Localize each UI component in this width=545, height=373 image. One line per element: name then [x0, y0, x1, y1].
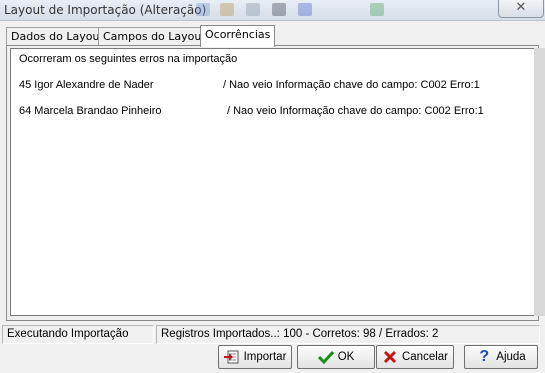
- title-bar: Layout de Importação (Alteração) ✕: [0, 0, 545, 21]
- cross-icon: [382, 349, 398, 365]
- tab-dados-do-layout[interactable]: Dados do Layout: [6, 27, 109, 46]
- error-record: 45 Igor Alexandre de Nader: [19, 79, 154, 91]
- help-icon: ?: [479, 348, 490, 365]
- ajuda-label: Ajuda: [496, 351, 526, 363]
- background-icon: [370, 3, 384, 16]
- close-icon: ✕: [515, 0, 527, 15]
- close-button[interactable]: ✕: [498, 0, 544, 18]
- occurrences-memo[interactable]: Ocorreram os seguintes erros na importaç…: [10, 48, 535, 316]
- tab-campos-do-layout[interactable]: Campos do Layout: [98, 27, 211, 46]
- ok-label: OK: [337, 351, 355, 363]
- status-right: Registros Importados..: 100 - Corretos: …: [156, 325, 540, 344]
- error-message: / Nao veio Informação chave do campo: C0…: [223, 79, 480, 91]
- cancelar-label: Cancelar: [401, 351, 449, 363]
- background-icon: [196, 3, 210, 16]
- background-icon: [272, 3, 286, 16]
- tab-ocorrencias[interactable]: Ocorrências: [200, 25, 276, 47]
- cancelar-button[interactable]: Cancelar: [376, 345, 454, 369]
- window-edge: [534, 48, 545, 316]
- background-icon: [298, 3, 312, 16]
- error-record: 64 Marcela Brandao Pinheiro: [19, 105, 162, 117]
- status-bar: Executando Importação Registros Importad…: [2, 325, 542, 344]
- error-message: / Nao veio Informação chave do campo: C0…: [227, 105, 484, 117]
- memo-header: Ocorreram os seguintes erros na importaç…: [19, 53, 238, 65]
- ajuda-button[interactable]: ? Ajuda: [464, 345, 538, 369]
- ok-button[interactable]: OK: [297, 345, 375, 369]
- window-title: Layout de Importação (Alteração): [4, 3, 207, 17]
- importar-button[interactable]: Importar: [218, 345, 292, 369]
- background-icon: [220, 3, 234, 16]
- importar-label: Importar: [243, 351, 287, 363]
- import-icon: [223, 349, 240, 365]
- status-left: Executando Importação: [2, 325, 154, 344]
- background-icon: [246, 3, 260, 16]
- check-icon: [317, 349, 334, 365]
